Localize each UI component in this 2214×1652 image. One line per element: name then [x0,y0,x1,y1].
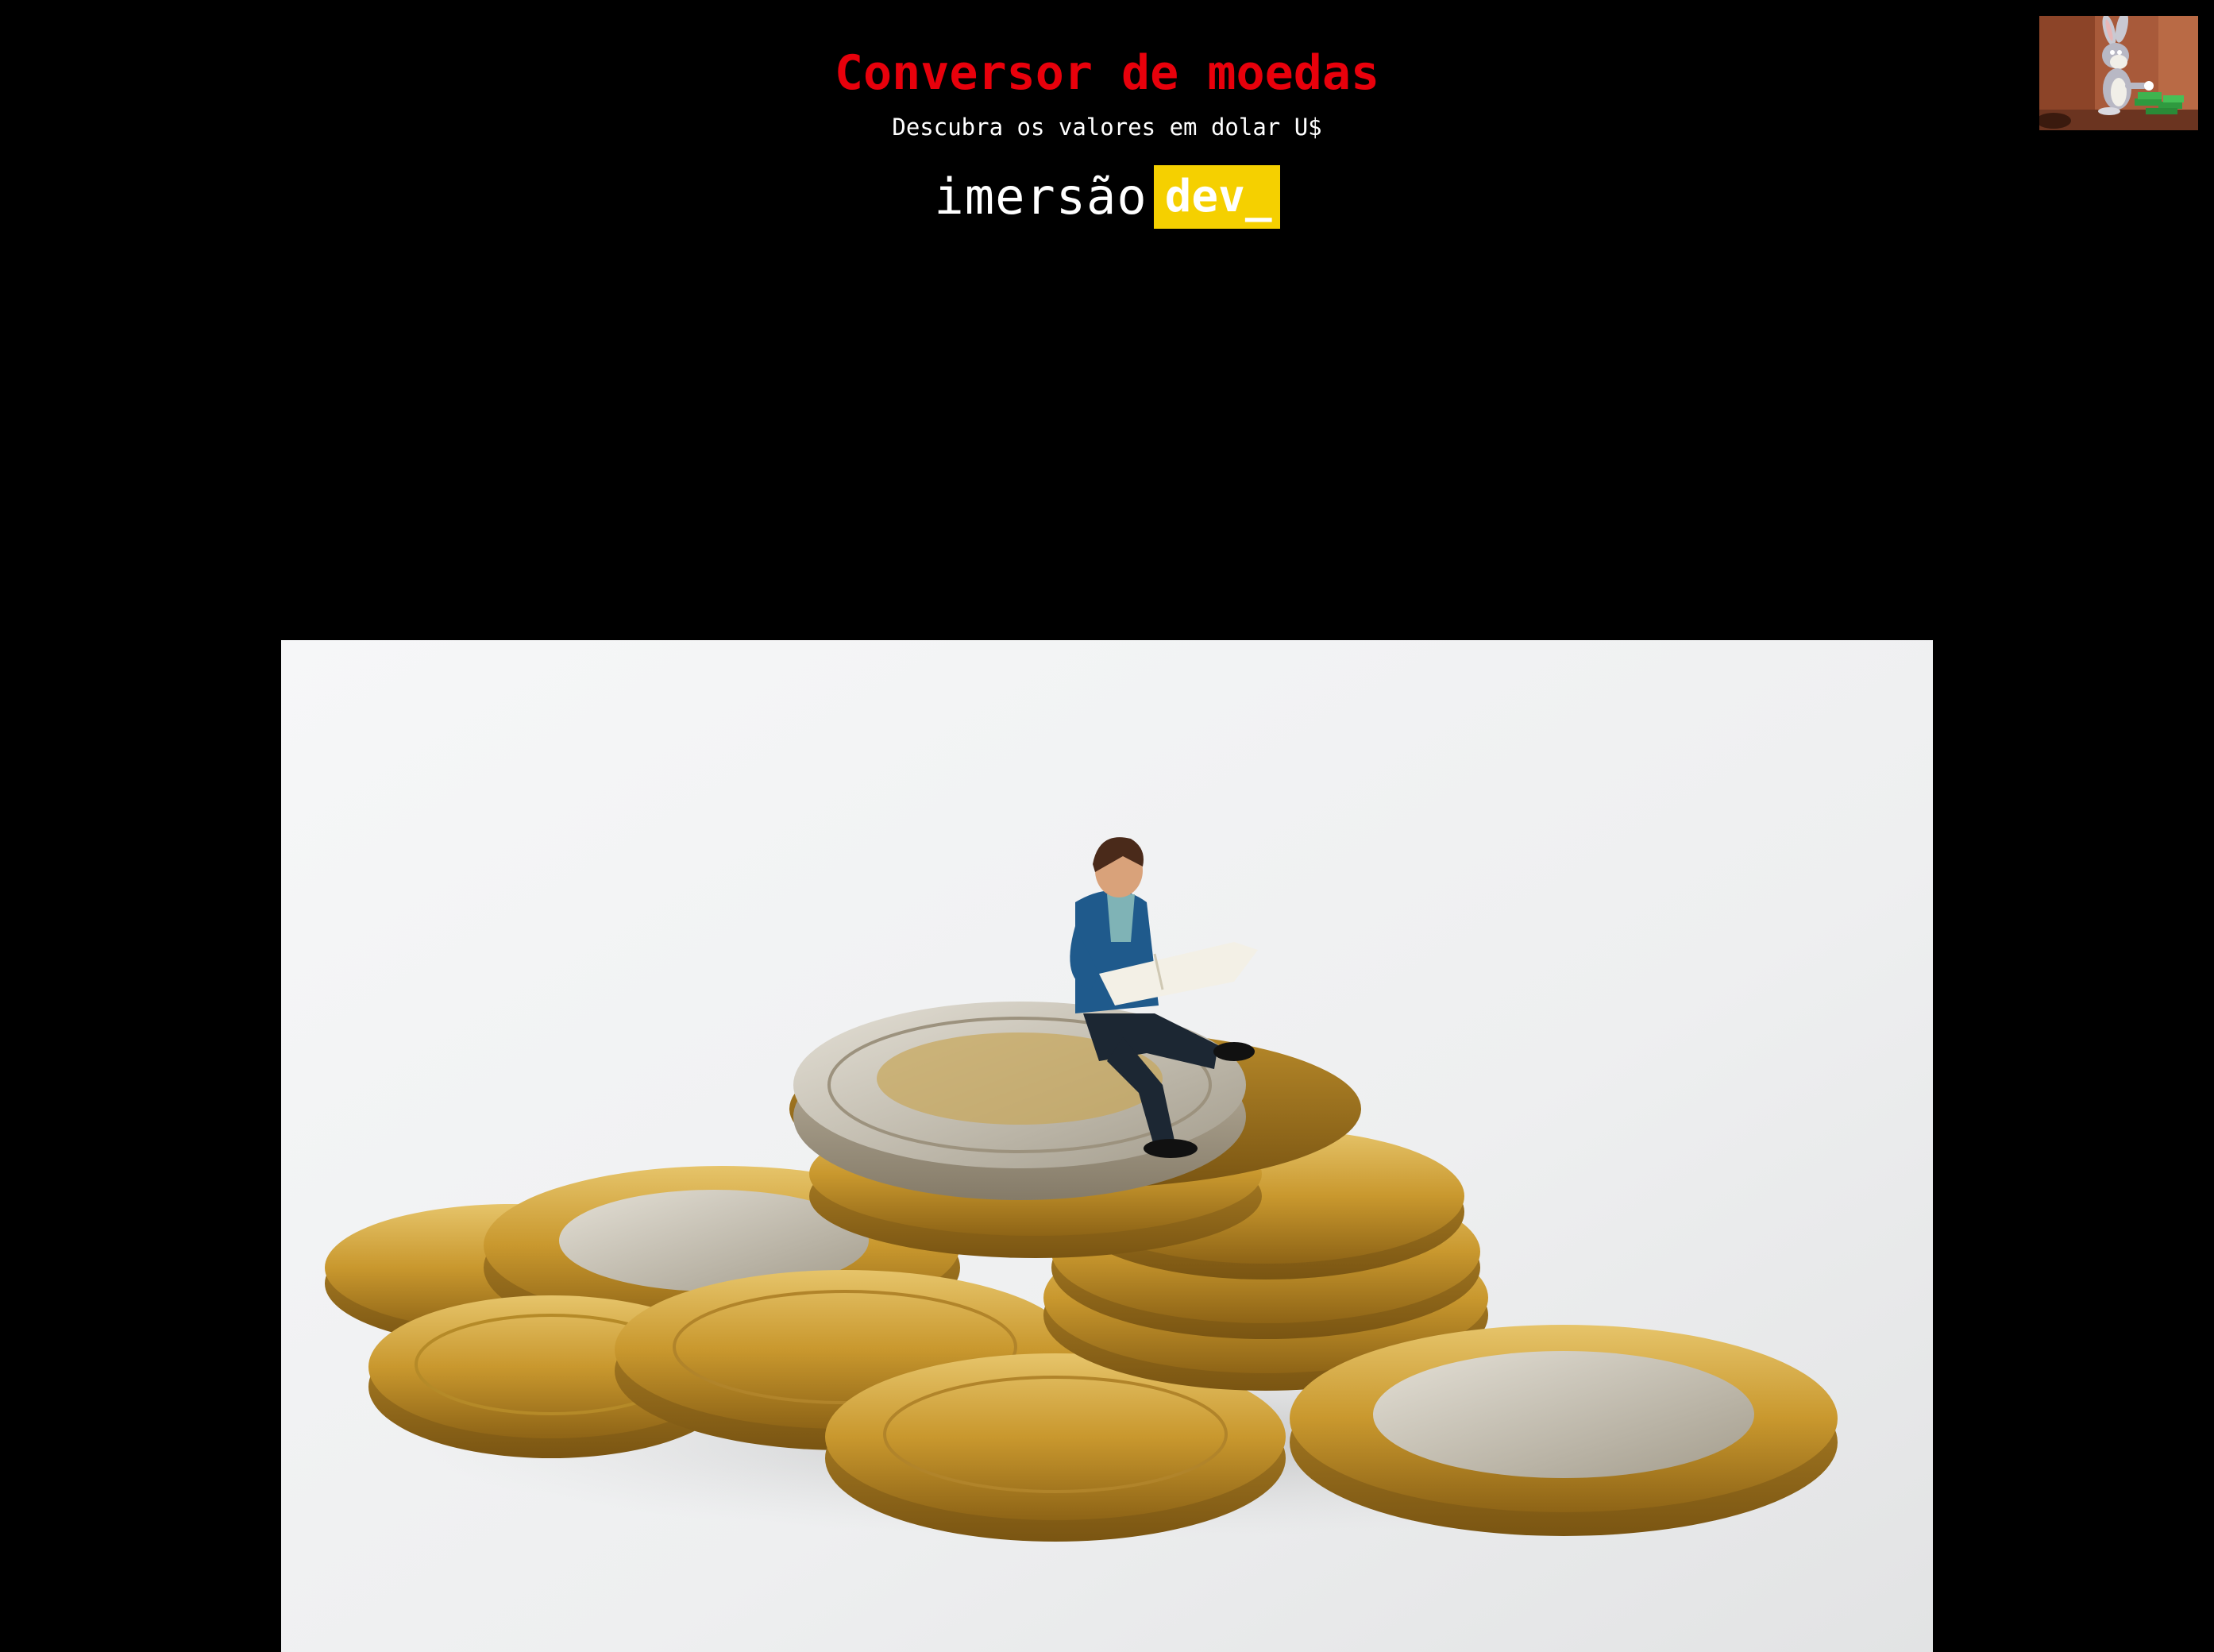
bugs-bunny-counting-money-icon [2039,16,2198,130]
hero-image-coins [281,640,1933,1652]
logo-word: imersão [934,168,1148,226]
imersao-dev-logo: imersão dev_ [0,165,2214,229]
page-subtitle: Descubra os valores em dolar U$ [892,114,1322,141]
logo-tag: dev_ [1153,165,1280,229]
page-title: Conversor de moedas [834,45,1380,101]
